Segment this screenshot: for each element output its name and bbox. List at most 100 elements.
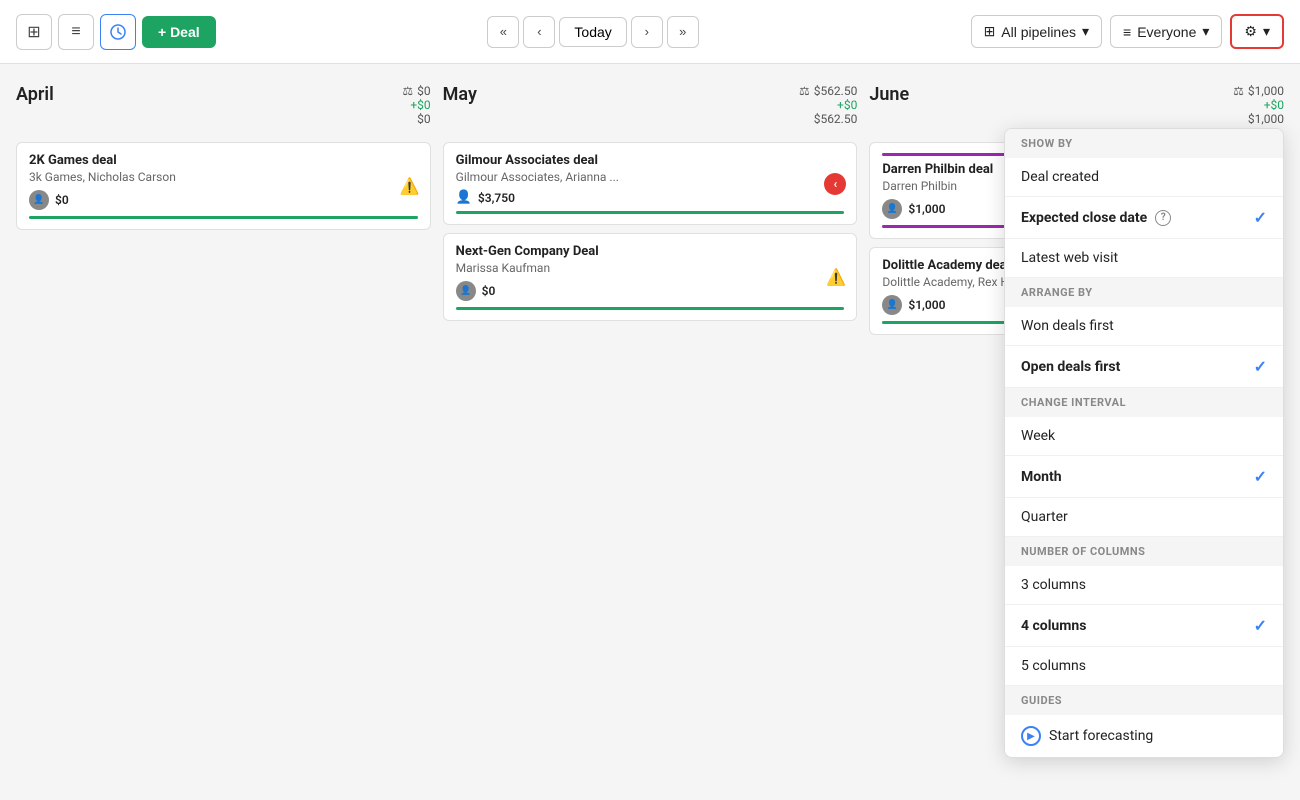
pipeline-icon: ⊞	[984, 23, 996, 40]
deal-footer-nextgen: 👤 $0	[456, 281, 845, 301]
june-stats: ⚖ $1,000 +$0 $1,000	[1233, 84, 1284, 126]
open-deals-check: ✓	[1254, 357, 1267, 376]
arrange-open-deals-first[interactable]: Open deals first ✓	[1005, 346, 1283, 388]
deal-created-label: Deal created	[1021, 169, 1099, 185]
red-circle-icon-gilmour: ‹	[824, 173, 846, 195]
everyone-chevron-icon: ▾	[1202, 23, 1209, 40]
toolbar: ⊞ ≡ + Deal « ‹ Today › » ⊞ All pipelines…	[0, 0, 1300, 64]
double-prev-btn[interactable]: «	[487, 16, 519, 48]
columns-3[interactable]: 3 columns	[1005, 566, 1283, 605]
avatar-darren: 👤	[882, 199, 902, 219]
avatar-nextgen: 👤	[456, 281, 476, 301]
deal-sub-2k: 3k Games, Nicholas Carson	[29, 170, 418, 184]
5-columns-label: 5 columns	[1021, 658, 1086, 674]
deal-bar-nextgen	[456, 307, 845, 310]
deal-sub-gilmour: Gilmour Associates, Arianna ...	[456, 170, 845, 184]
june-total: $1,000	[1248, 112, 1284, 126]
calendar-view-btn[interactable]	[100, 14, 136, 50]
warning-icon-2k: ⚠️	[400, 177, 420, 196]
add-deal-button[interactable]: + Deal	[142, 16, 216, 48]
may-balance-icon: ⚖	[799, 84, 810, 98]
month-label: Month	[1021, 469, 1062, 485]
show-by-latest-web-visit[interactable]: Latest web visit	[1005, 239, 1283, 278]
4-columns-check: ✓	[1254, 616, 1267, 635]
deal-card-2k-games[interactable]: 2K Games deal 3k Games, Nicholas Carson …	[16, 142, 431, 230]
deal-amount-darren: $1,000	[908, 202, 945, 216]
all-pipelines-button[interactable]: ⊞ All pipelines ▾	[971, 15, 1102, 48]
main-content: April ⚖ $0 +$0 $0 2K Games deal 3k Games…	[0, 64, 1300, 800]
all-pipelines-label: All pipelines	[1001, 24, 1076, 40]
may-header: May ⚖ $562.50 +$0 $562.50	[443, 80, 858, 134]
list-view-btn[interactable]: ≡	[58, 14, 94, 50]
deal-footer-gilmour: 👤 $3,750	[456, 190, 845, 205]
prev-btn[interactable]: ‹	[523, 16, 555, 48]
number-of-columns-header: NUMBER OF COLUMNS	[1005, 537, 1283, 566]
show-by-expected-close[interactable]: Expected close date ? ✓	[1005, 197, 1283, 239]
3-columns-label: 3 columns	[1021, 577, 1086, 593]
june-plus-amount: +$0	[1264, 98, 1284, 112]
april-plus-amount: +$0	[410, 98, 430, 112]
may-total: $562.50	[814, 112, 858, 126]
week-label: Week	[1021, 428, 1055, 444]
deal-amount-nextgen: $0	[482, 284, 496, 298]
kanban-view-btn[interactable]: ⊞	[16, 14, 52, 50]
deal-title-2k: 2K Games deal	[29, 153, 418, 168]
deal-amount-gilmour: $3,750	[478, 191, 515, 205]
won-deals-first-label: Won deals first	[1021, 318, 1114, 334]
month-column-april: April ⚖ $0 +$0 $0 2K Games deal 3k Games…	[16, 80, 431, 784]
today-button[interactable]: Today	[559, 17, 626, 47]
arrange-by-header: ARRANGE BY	[1005, 278, 1283, 307]
month-check: ✓	[1254, 467, 1267, 486]
deal-bar-2k	[29, 216, 418, 219]
open-deals-first-label: Open deals first	[1021, 359, 1120, 375]
interval-week[interactable]: Week	[1005, 417, 1283, 456]
avatar-2k: 👤	[29, 190, 49, 210]
show-by-deal-created[interactable]: Deal created	[1005, 158, 1283, 197]
settings-button[interactable]: ⚙ ▾	[1230, 14, 1284, 49]
interval-month[interactable]: Month ✓	[1005, 456, 1283, 498]
deal-bar-gilmour	[456, 211, 845, 214]
4-columns-label: 4 columns	[1021, 618, 1086, 634]
april-total: $0	[417, 112, 431, 126]
guides-header: GUIDES	[1005, 686, 1283, 715]
deal-sub-nextgen: Marissa Kaufman	[456, 261, 845, 275]
next-btn[interactable]: ›	[631, 16, 663, 48]
toolbar-left: ⊞ ≡ + Deal	[16, 14, 216, 50]
april-stats: ⚖ $0 +$0 $0	[402, 84, 430, 126]
interval-quarter[interactable]: Quarter	[1005, 498, 1283, 537]
may-plus-amount: +$0	[837, 98, 857, 112]
deal-title-nextgen: Next-Gen Company Deal	[456, 244, 845, 259]
columns-5[interactable]: 5 columns	[1005, 647, 1283, 686]
everyone-button[interactable]: ≡ Everyone ▾	[1110, 15, 1222, 48]
change-interval-header: CHANGE INTERVAL	[1005, 388, 1283, 417]
quarter-label: Quarter	[1021, 509, 1068, 525]
deal-card-gilmour[interactable]: Gilmour Associates deal Gilmour Associat…	[443, 142, 858, 225]
may-balance-amount: $562.50	[814, 84, 858, 98]
deal-amount-dolittle: $1,000	[908, 298, 945, 312]
april-header: April ⚖ $0 +$0 $0	[16, 80, 431, 134]
show-by-header: SHOW BY	[1005, 129, 1283, 158]
avatar-dolittle: 👤	[882, 295, 902, 315]
double-next-btn[interactable]: »	[667, 16, 699, 48]
start-forecasting-item[interactable]: ▶ Start forecasting	[1005, 715, 1283, 757]
person-icon-gilmour: 👤	[456, 190, 472, 205]
june-title: June	[869, 84, 909, 105]
june-header: June ⚖ $1,000 +$0 $1,000	[869, 80, 1284, 134]
expected-close-label: Expected close date	[1021, 210, 1147, 226]
may-title: May	[443, 84, 477, 105]
arrange-won-deals-first[interactable]: Won deals first	[1005, 307, 1283, 346]
columns-4[interactable]: 4 columns ✓	[1005, 605, 1283, 647]
start-forecasting-label: Start forecasting	[1049, 728, 1153, 744]
april-balance-icon: ⚖	[402, 84, 413, 98]
deal-amount-2k: $0	[55, 193, 69, 207]
toolbar-right: ⊞ All pipelines ▾ ≡ Everyone ▾ ⚙ ▾	[971, 14, 1284, 49]
april-balance-amount: $0	[417, 84, 431, 98]
may-stats: ⚖ $562.50 +$0 $562.50	[799, 84, 857, 126]
everyone-label: Everyone	[1137, 24, 1196, 40]
june-balance-amount: $1,000	[1248, 84, 1284, 98]
play-icon: ▶	[1021, 726, 1041, 746]
deal-card-nextgen[interactable]: Next-Gen Company Deal Marissa Kaufman 👤 …	[443, 233, 858, 321]
settings-chevron-icon: ▾	[1263, 23, 1270, 40]
expected-close-check: ✓	[1254, 208, 1267, 227]
add-deal-label: + Deal	[158, 24, 200, 40]
